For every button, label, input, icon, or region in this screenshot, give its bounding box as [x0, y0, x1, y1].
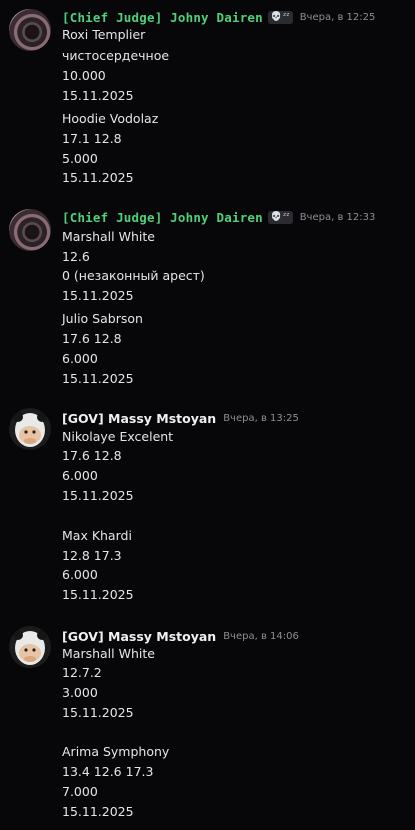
avatar[interactable] — [9, 408, 51, 450]
author-name[interactable]: [Chief Judge] Johny Dairen — [62, 10, 263, 25]
message-line: 15.11.2025 — [62, 371, 134, 386]
author-name[interactable]: [GOV] Massy Mstoyan — [62, 629, 216, 644]
skull-icon: 💀 — [270, 12, 283, 22]
author-name[interactable]: [GOV] Massy Mstoyan — [62, 411, 216, 426]
message-line: 12.7.2 — [62, 665, 102, 680]
message-line: 3.000 — [62, 685, 98, 700]
message-line: 15.11.2025 — [62, 88, 134, 103]
avatar[interactable] — [9, 626, 51, 668]
message-line: чистосердечное — [62, 48, 170, 63]
role-badge: 💀 ᶻᶻ — [267, 10, 293, 24]
avatar[interactable] — [9, 9, 51, 51]
message-line: 15.11.2025 — [62, 288, 134, 303]
message-line: 7.000 — [62, 784, 98, 799]
message-line: 5.000 — [62, 151, 98, 166]
timestamp[interactable]: Вчера, в 12:33 — [300, 212, 376, 223]
panda-avatar-icon — [9, 408, 51, 450]
message-line: 13.4 12.6 17.3 — [62, 764, 154, 779]
message-line: 15.11.2025 — [62, 705, 134, 720]
message-line: 0 (незаконный арест) — [62, 268, 205, 283]
message-line: 10.000 — [62, 68, 106, 83]
message-line: Arima Symphony — [62, 744, 170, 759]
message-line: Marshall White — [62, 229, 155, 244]
message-header: [Chief Judge] Johny Dairen 💀 ᶻᶻ Вчера, в … — [62, 207, 375, 227]
timestamp[interactable]: Вчера, в 13:25 — [223, 413, 299, 424]
panda-avatar-icon — [9, 626, 51, 668]
message-line: 15.11.2025 — [62, 587, 134, 602]
message-line: Roxi Templier — [62, 27, 146, 42]
timestamp[interactable]: Вчера, в 14:06 — [223, 631, 299, 642]
message-line: 12.6 — [62, 249, 90, 264]
message-line: 6.000 — [62, 567, 98, 582]
message-line: 17.1 12.8 — [62, 131, 122, 146]
message-line: Julio Sabrson — [62, 311, 143, 326]
message-line: 15.11.2025 — [62, 488, 134, 503]
message-line: 15.11.2025 — [62, 170, 134, 185]
skull-icon: 💀 — [270, 212, 283, 222]
role-badge: 💀 ᶻᶻ — [267, 210, 293, 224]
message-line: 17.6 12.8 — [62, 331, 122, 346]
message-line: Nikolaye Excelent — [62, 429, 174, 444]
message-line: Marshall White — [62, 646, 155, 661]
message-line: 15.11.2025 — [62, 804, 134, 819]
message-line: Hoodie Vodolaz — [62, 111, 159, 126]
message-line: 17.6 12.8 — [62, 448, 122, 463]
message-header: [GOV] Massy Mstoyan Вчера, в 14:06 — [62, 626, 299, 646]
avatar[interactable] — [9, 209, 51, 251]
message-line: Max Khardi — [62, 528, 132, 543]
message-header: [Chief Judge] Johny Dairen 💀 ᶻᶻ Вчера, в … — [62, 7, 375, 27]
author-name[interactable]: [Chief Judge] Johny Dairen — [62, 210, 263, 225]
timestamp[interactable]: Вчера, в 12:25 — [300, 12, 376, 23]
message-header: [GOV] Massy Mstoyan Вчера, в 13:25 — [62, 408, 299, 428]
message-line: 6.000 — [62, 351, 98, 366]
message-line: 12.8 17.3 — [62, 548, 122, 563]
message-line: 6.000 — [62, 468, 98, 483]
